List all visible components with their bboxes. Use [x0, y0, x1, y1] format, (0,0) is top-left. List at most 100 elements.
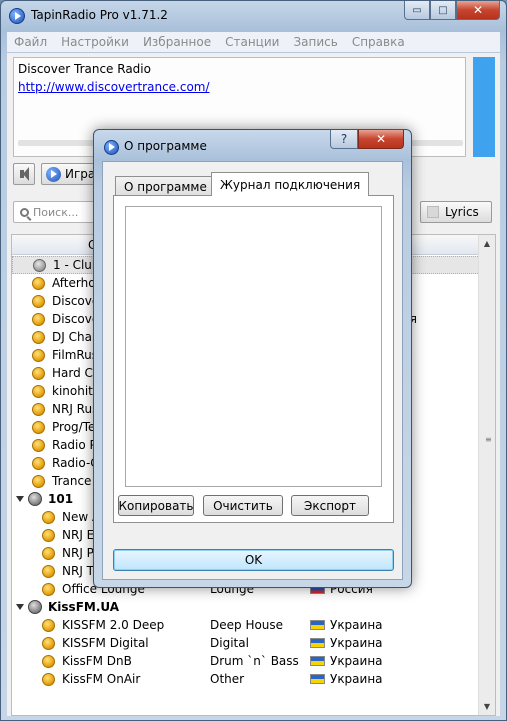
station-url-link[interactable]: http://www.discovertrance.com/ [18, 80, 210, 94]
row-name: KISSFM 2.0 Deep [62, 618, 165, 632]
row-name: KissFM.UA [48, 600, 120, 614]
menu-record[interactable]: Запись [286, 35, 344, 49]
maximize-button[interactable]: □ [430, 1, 456, 20]
tab-connection-log[interactable]: Журнал подключения [211, 172, 370, 196]
station-icon [32, 474, 45, 488]
connection-log-panel: Копировать Очистить Экспорт [113, 195, 394, 523]
dialog-client-area: О программе Журнал подключения Копироват… [102, 161, 403, 580]
about-dialog: О программе ? ✕ О программе Журнал подкл… [93, 129, 412, 588]
search-icon [20, 207, 29, 217]
lyrics-button[interactable]: Lyrics [420, 201, 492, 223]
row-genre: Other [210, 672, 245, 686]
group-row[interactable]: KissFM.UA [12, 598, 480, 616]
row-genre: Drum `n` Bass [210, 654, 299, 668]
ok-button[interactable]: OK [113, 549, 394, 571]
row-country: Украина [310, 654, 383, 668]
lyrics-icon [427, 206, 439, 218]
station-icon [42, 528, 55, 542]
station-icon [42, 510, 55, 524]
row-country-text: Украина [330, 618, 383, 632]
speaker-icon [20, 167, 29, 181]
group-icon [28, 492, 42, 506]
row-name: NRJ Rus [52, 402, 99, 416]
expand-arrow-icon[interactable] [16, 496, 24, 502]
search-input[interactable]: Поиск... [13, 201, 99, 223]
scroll-down-arrow-icon[interactable]: ▼ [479, 698, 495, 715]
row-country: Украина [310, 618, 383, 632]
row-country: Украина [310, 636, 383, 650]
menu-favorites[interactable]: Избранное [136, 35, 218, 49]
scroll-grip-icon[interactable]: ≡ [485, 436, 492, 444]
row-name: 101 [48, 492, 74, 506]
station-row[interactable]: KissFM OnAir Other Украина [12, 670, 480, 688]
close-button[interactable]: ✕ [456, 1, 500, 20]
tapinradio-app-icon [9, 8, 25, 24]
station-icon [42, 636, 55, 650]
station-icon [42, 546, 55, 560]
menu-settings[interactable]: Настройки [54, 35, 136, 49]
row-country-text: Украина [330, 672, 383, 686]
tab-about[interactable]: О программе [115, 176, 216, 196]
station-icon [32, 312, 45, 326]
dialog-help-button[interactable]: ? [330, 130, 358, 149]
search-placeholder: Поиск... [33, 205, 79, 219]
station-row[interactable]: KISSFM 2.0 Deep Deep House Украина [12, 616, 480, 634]
station-icon [32, 402, 45, 416]
play-button-label: Игра [65, 167, 96, 181]
row-name: FilmRus [52, 348, 99, 362]
lyrics-label: Lyrics [445, 205, 479, 219]
mute-button[interactable] [13, 163, 35, 185]
menu-stations[interactable]: Станции [218, 35, 286, 49]
menu-file[interactable]: Файл [7, 35, 54, 49]
play-button[interactable]: Игра [41, 163, 101, 185]
row-country-text: Украина [330, 636, 383, 650]
station-icon [42, 654, 55, 668]
station-row[interactable]: KISSFM Digital Digital Украина [12, 634, 480, 652]
station-icon [32, 366, 45, 380]
station-icon [32, 348, 45, 362]
country-flag-icon [310, 620, 325, 630]
group-icon [28, 600, 42, 614]
station-icon [42, 582, 55, 596]
station-icon [32, 456, 45, 470]
list-vertical-scrollbar[interactable]: ▲ ≡ ▼ [478, 235, 495, 715]
station-icon [32, 276, 45, 290]
dialog-title: О программе [124, 139, 207, 153]
expand-arrow-icon[interactable] [16, 604, 24, 610]
row-name: KissFM DnB [62, 654, 132, 668]
station-icon [32, 438, 45, 452]
station-icon [32, 420, 45, 434]
row-country: Украина [310, 672, 383, 686]
row-country-text: Украина [330, 654, 383, 668]
window-title: TapinRadio Pro v1.71.2 [31, 8, 168, 22]
clear-button[interactable]: Очистить [203, 495, 283, 516]
row-genre: Deep House [210, 618, 284, 632]
row-genre: Digital [210, 636, 249, 650]
station-title: Discover Trance Radio [18, 62, 151, 76]
station-icon [32, 294, 45, 308]
country-flag-icon [310, 674, 325, 684]
row-name: KissFM OnAir [62, 672, 141, 686]
title-bar[interactable]: TapinRadio Pro v1.71.2 ▭ □ ✕ [1, 1, 506, 31]
row-name: NRJ Tr [62, 564, 98, 578]
minimize-button[interactable]: ▭ [404, 1, 430, 20]
scroll-up-arrow-icon[interactable]: ▲ [479, 235, 495, 252]
row-name: Radio-C [52, 456, 99, 470]
dialog-close-button[interactable]: ✕ [358, 130, 404, 149]
menu-help[interactable]: Справка [345, 35, 412, 49]
station-icon [32, 384, 45, 398]
dialog-app-icon [104, 140, 119, 155]
copy-button[interactable]: Копировать [118, 495, 194, 516]
row-name: KISSFM Digital [62, 636, 149, 650]
connection-log-textarea[interactable] [125, 206, 382, 487]
play-icon [46, 166, 61, 182]
country-flag-icon [310, 638, 325, 648]
export-button[interactable]: Экспорт [291, 495, 369, 516]
station-icon [42, 672, 55, 686]
station-row[interactable]: KissFM DnB Drum `n` Bass Украина [12, 652, 480, 670]
volume-level-bar[interactable] [473, 57, 495, 157]
station-icon [32, 330, 45, 344]
station-icon [42, 618, 55, 632]
country-flag-icon [310, 656, 325, 666]
menu-bar: Файл Настройки Избранное Станции Запись … [7, 32, 500, 52]
